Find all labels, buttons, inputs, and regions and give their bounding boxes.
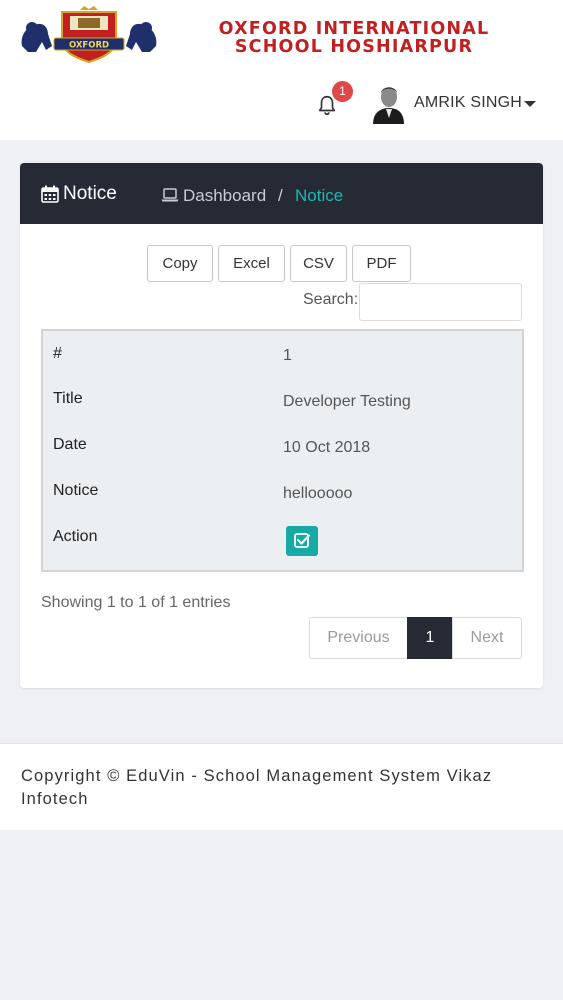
action-button[interactable] [286,526,318,556]
notification-badge: 1 [332,81,353,102]
search-input[interactable] [359,283,522,321]
breadcrumb-current: Notice [295,186,344,205]
page-1-button[interactable]: 1 [407,617,453,659]
next-button[interactable]: Next [452,617,522,659]
panel-header: Notice Dashboard / Notice [20,163,543,224]
field-label-action: Action [53,528,98,545]
avatar[interactable] [371,84,405,124]
svg-text:OXFORD: OXFORD [69,41,109,51]
school-name-line2: SCHOOL HOSHIARPUR [234,37,474,57]
copy-button[interactable]: Copy [147,245,213,282]
laptop-icon [161,188,179,202]
notice-record: # 1 Title Developer Testing Date 10 Oct … [41,329,524,572]
check-square-icon [294,533,311,548]
school-name: OXFORD INTERNATIONAL SCHOOL HOSHIARPUR [168,20,540,56]
page-title: Notice [63,183,117,204]
field-label-title: Title [53,390,83,407]
field-label-number: # [53,345,62,362]
field-label-date: Date [53,436,87,453]
breadcrumb-dashboard[interactable]: Dashboard [183,186,266,206]
previous-button[interactable]: Previous [309,617,408,659]
field-value-number: 1 [283,347,292,364]
top-header: OXFORD OXFORD INTERNATIONAL SCHOOL HOSHI… [0,0,563,140]
csv-button[interactable]: CSV [290,245,347,282]
notice-panel: Notice Dashboard / Notice Copy Excel CSV… [20,163,543,688]
school-name-line1: OXFORD INTERNATIONAL [218,19,490,39]
school-logo[interactable]: OXFORD [18,6,160,64]
breadcrumb-separator: / [278,186,283,205]
field-value-date: 10 Oct 2018 [283,439,371,456]
field-value-title: Developer Testing [283,393,411,410]
entries-info: Showing 1 to 1 of 1 entries [41,594,231,611]
copyright-text: Copyright © EduVin - School Management S… [21,767,493,808]
caret-down-icon[interactable] [524,101,536,107]
pdf-button[interactable]: PDF [352,245,411,282]
excel-button[interactable]: Excel [218,245,285,282]
search-label: Search: [303,291,359,308]
calendar-icon [41,185,59,203]
field-label-notice: Notice [53,482,99,499]
field-value-notice: hellooooo [283,485,353,502]
footer: Copyright © EduVin - School Management S… [0,743,563,830]
user-name[interactable]: AMRIK SINGH [414,94,522,112]
